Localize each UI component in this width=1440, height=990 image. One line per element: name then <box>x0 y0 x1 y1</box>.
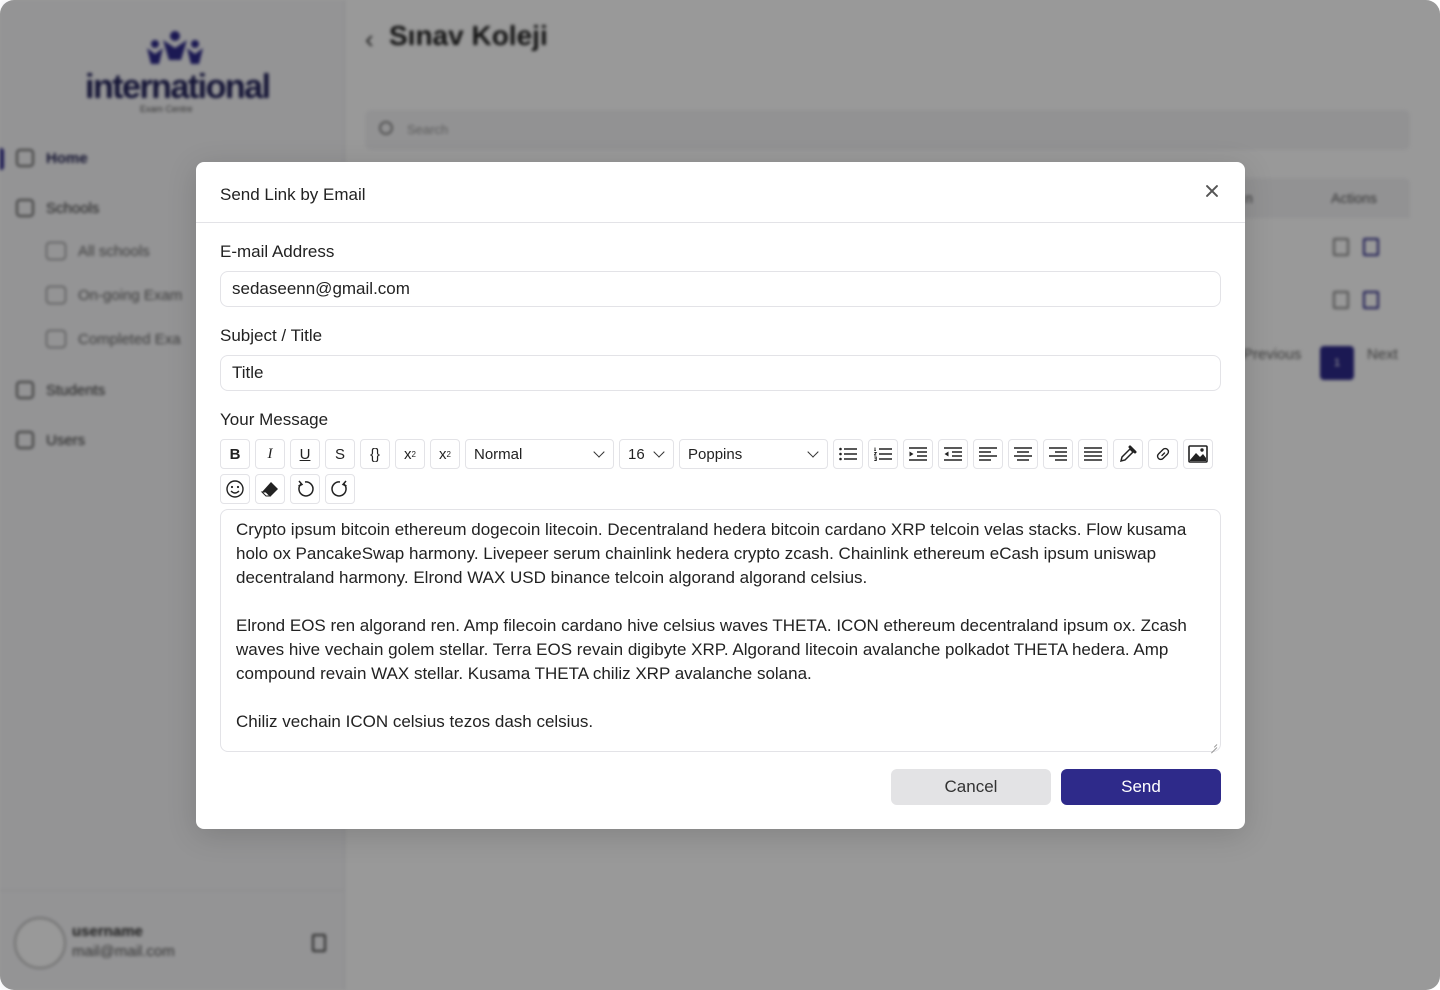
bullet-list-icon <box>839 447 857 461</box>
align-right-button[interactable] <box>1043 439 1073 469</box>
email-label: E-mail Address <box>220 242 335 261</box>
align-left-icon <box>979 447 997 461</box>
superscript-label: x <box>404 445 412 463</box>
align-justify-icon <box>1084 447 1102 461</box>
image-icon <box>1188 445 1208 463</box>
message-label: Your Message <box>220 410 329 429</box>
subscript-label: x <box>439 445 447 463</box>
redo-icon <box>331 480 347 497</box>
emoji-button[interactable] <box>220 474 250 504</box>
eraser-icon <box>260 482 278 497</box>
align-center-icon <box>1014 447 1032 461</box>
format-select-value: Normal <box>474 445 523 463</box>
bold-button[interactable]: B <box>220 439 250 469</box>
subscript-button[interactable]: x2 <box>430 439 460 469</box>
link-icon <box>1156 447 1170 461</box>
font-family-select[interactable]: Poppins <box>679 439 828 469</box>
redo-button[interactable] <box>325 474 355 504</box>
numbered-list-icon <box>874 447 892 461</box>
send-link-modal: Send Link by Email E-mail Address Subjec… <box>196 162 1245 829</box>
code-block-button[interactable]: {} <box>360 439 390 469</box>
message-paragraph: Elrond EOS ren algorand ren. Amp filecoi… <box>236 616 1187 683</box>
align-left-button[interactable] <box>973 439 1003 469</box>
strikethrough-button[interactable]: S <box>325 439 355 469</box>
close-icon[interactable] <box>1203 182 1221 200</box>
subject-field[interactable] <box>220 355 1221 391</box>
message-editor[interactable]: Crypto ipsum bitcoin ethereum dogecoin l… <box>220 509 1221 752</box>
font-size-select[interactable]: 16 <box>619 439 674 469</box>
italic-button[interactable]: I <box>255 439 285 469</box>
eyedropper-icon <box>1119 445 1137 463</box>
chevron-down-icon <box>593 445 605 458</box>
resize-handle-icon[interactable] <box>1209 740 1217 748</box>
message-blank-line <box>236 686 1205 710</box>
underline-button[interactable]: U <box>290 439 320 469</box>
align-right-icon <box>1049 447 1067 461</box>
align-center-button[interactable] <box>1008 439 1038 469</box>
message-paragraph: Chiliz vechain ICON celsius tezos dash c… <box>236 712 594 731</box>
undo-icon <box>298 480 314 497</box>
chevron-down-icon <box>807 445 819 458</box>
clear-format-button[interactable] <box>255 474 285 504</box>
image-button[interactable] <box>1183 439 1213 469</box>
align-justify-button[interactable] <box>1078 439 1108 469</box>
send-button[interactable]: Send <box>1061 769 1221 805</box>
indent-button[interactable] <box>903 439 933 469</box>
modal-title: Send Link by Email <box>220 185 366 204</box>
indent-icon <box>909 447 927 461</box>
smiley-icon <box>226 480 244 498</box>
format-select[interactable]: Normal <box>465 439 614 469</box>
superscript-button[interactable]: x2 <box>395 439 425 469</box>
subject-label: Subject / Title <box>220 326 323 345</box>
email-field[interactable] <box>220 271 1221 307</box>
text-color-button[interactable] <box>1113 439 1143 469</box>
numbered-list-button[interactable] <box>868 439 898 469</box>
undo-button[interactable] <box>290 474 320 504</box>
cancel-button[interactable]: Cancel <box>891 769 1051 805</box>
link-button[interactable] <box>1148 439 1178 469</box>
font-size-value: 16 <box>628 445 645 463</box>
modal-header: Send Link by Email <box>196 162 1245 223</box>
outdent-icon <box>944 447 962 461</box>
outdent-button[interactable] <box>938 439 968 469</box>
message-blank-line <box>236 590 1205 614</box>
message-paragraph: Crypto ipsum bitcoin ethereum dogecoin l… <box>236 520 1187 587</box>
font-family-value: Poppins <box>688 445 743 463</box>
chevron-down-icon <box>653 445 665 458</box>
bullet-list-button[interactable] <box>833 439 863 469</box>
